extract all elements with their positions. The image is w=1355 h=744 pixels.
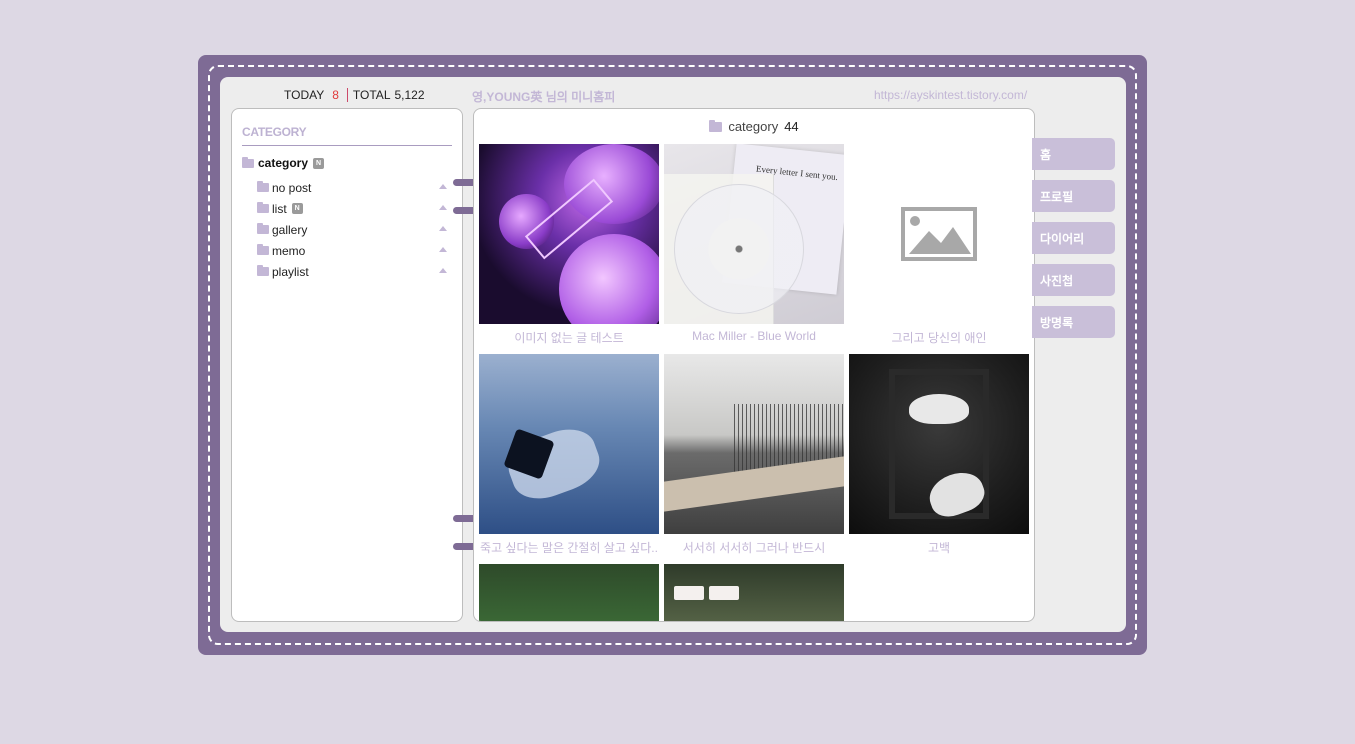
category-post-count: 44 (784, 119, 799, 134)
post-caption: Mac Miller - Blue World (692, 329, 816, 343)
category-sidebar: CATEGORY category N no post list N galle… (231, 108, 463, 622)
menu-home[interactable]: 홈 (1032, 138, 1115, 170)
caret-up-icon (439, 226, 447, 231)
category-item-gallery[interactable]: gallery (257, 219, 447, 240)
category-item-label: list (272, 201, 287, 216)
pool-image (664, 564, 844, 621)
post-caption: 고백 (927, 541, 951, 555)
post-card[interactable] (479, 564, 659, 621)
menu-photo-album[interactable]: 사진첩 (1032, 264, 1115, 296)
folder-icon (257, 202, 269, 213)
caret-up-icon (439, 205, 447, 210)
post-caption: 이미지 없는 글 테스트 (514, 331, 624, 345)
menu-diary[interactable]: 다이어리 (1032, 222, 1115, 254)
post-card[interactable]: 그리고 당신의 애인 (849, 144, 1029, 346)
today-label: TODAY (284, 88, 325, 102)
category-item-label: playlist (272, 264, 309, 279)
category-item-list[interactable]: list N (257, 198, 447, 219)
post-card[interactable]: Every letter I sent you. Mac Miller - Bl… (664, 144, 844, 343)
gallery-panel: category 44 이미지 없는 글 테스트 Every letter I … (473, 108, 1035, 622)
today-count: 8 (332, 88, 339, 102)
underwater-image (479, 354, 659, 534)
category-heading: CATEGORY (242, 125, 452, 146)
total-count: 5,122 (394, 88, 425, 102)
post-caption: 죽고 싶다는 말은 간절히 살고 싶다.. (480, 541, 658, 555)
category-header: category 44 (474, 119, 1034, 134)
folder-icon (257, 244, 269, 255)
folder-open-icon (242, 156, 254, 168)
menu-guestbook[interactable]: 방명록 (1032, 306, 1115, 338)
lake-image (479, 564, 659, 621)
category-root-label: category (258, 156, 309, 170)
post-card[interactable] (664, 564, 844, 621)
caret-up-icon (439, 184, 447, 189)
visitor-counter: TODAY 8 TOTAL 5,122 (284, 88, 425, 102)
category-item-label: no post (272, 180, 312, 195)
post-card[interactable]: 고백 (849, 354, 1029, 556)
doves-image (849, 354, 1029, 534)
folder-icon (257, 181, 269, 192)
caret-up-icon (439, 268, 447, 273)
counter-divider (346, 88, 348, 102)
blog-title[interactable]: 영,YOUNG英 님의 미니홈피 (472, 88, 615, 105)
category-title: category (728, 119, 779, 134)
space-planets-image (479, 144, 659, 324)
new-badge-icon: N (313, 157, 325, 169)
folder-icon (257, 223, 269, 234)
post-card[interactable]: 죽고 싶다는 말은 간절히 살고 싶다.. (479, 354, 659, 556)
vinyl-record-image: Every letter I sent you. (664, 144, 844, 324)
installation-room-image (664, 354, 844, 534)
post-caption: 그리고 당신의 애인 (891, 331, 987, 345)
caret-up-icon (439, 247, 447, 252)
category-root-link[interactable]: category N (242, 156, 325, 170)
blog-url[interactable]: https://ayskintest.tistory.com/ (874, 88, 1027, 102)
post-card[interactable]: 이미지 없는 글 테스트 (479, 144, 659, 346)
post-card[interactable]: 서서히 서서히 그러나 반드시 (664, 354, 844, 556)
folder-icon (709, 119, 723, 132)
post-caption: 서서히 서서히 그러나 반드시 (682, 541, 826, 555)
category-item-playlist[interactable]: playlist (257, 261, 447, 282)
category-item-label: gallery (272, 222, 308, 237)
category-list: no post list N gallery memo playlist (257, 177, 447, 282)
folder-icon (257, 265, 269, 276)
category-item-label: memo (272, 243, 306, 258)
new-badge-icon: N (291, 203, 303, 214)
category-item-no-post[interactable]: no post (257, 177, 447, 198)
menu-profile[interactable]: 프로필 (1032, 180, 1115, 212)
total-label: TOTAL (352, 88, 391, 102)
category-item-memo[interactable]: memo (257, 240, 447, 261)
placeholder-image-icon (849, 144, 1029, 324)
